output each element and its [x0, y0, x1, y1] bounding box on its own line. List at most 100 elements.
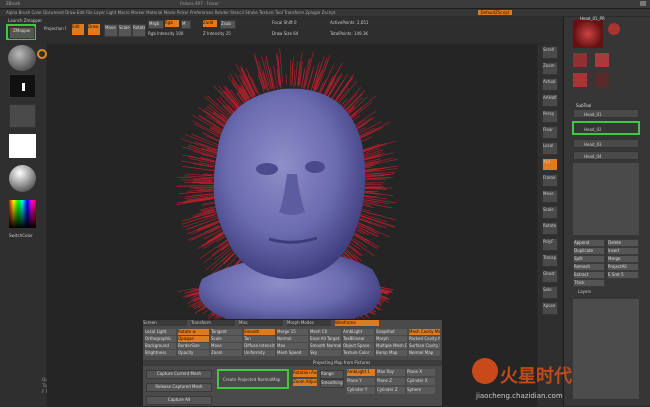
subtool-item-2-highlight[interactable]: Head_02	[572, 121, 640, 135]
zmapper-option-1-6[interactable]: TexBilinear	[343, 336, 374, 342]
zmapper-option-2-8[interactable]: Surface Cavity Map	[409, 343, 440, 349]
zmapper-proj-0[interactable]: AmbLight 1	[347, 369, 375, 376]
zmapper-option-2-2[interactable]: Move	[211, 343, 242, 349]
tool-slot-3[interactable]	[573, 73, 587, 87]
zmapper-option-3-8[interactable]: Normal Map	[409, 350, 440, 356]
zmapper-tab-0[interactable]: Screen	[143, 320, 187, 326]
menu-light[interactable]: Light	[106, 10, 117, 15]
smoothing-button[interactable]: Smoothing	[320, 379, 344, 388]
subtool-item-1[interactable]: Head_01	[573, 109, 639, 118]
menu-stencil[interactable]: Stencil	[230, 10, 245, 15]
z-intensity-slider[interactable]: Z Intensity 25	[203, 31, 249, 36]
menu-alpha[interactable]: Alpha	[6, 10, 19, 15]
zmapper-option-0-5[interactable]: Mesh Ctl	[310, 329, 341, 335]
color-picker[interactable]	[9, 200, 36, 228]
zmapper-proj-4[interactable]: Plane Z	[377, 378, 405, 385]
release-captured-mesh-button[interactable]: Release Captured Mesh	[146, 383, 212, 392]
zmapper-proj-6[interactable]: Cylinder Y	[347, 387, 375, 394]
zmapper-tab-4[interactable]: Wireframe	[335, 320, 379, 326]
zmapper-proj-7[interactable]: Cylinder Z	[377, 387, 405, 394]
zmapper-option-2-0[interactable]: Background	[145, 343, 176, 349]
zsub-button[interactable]: Zsub	[220, 20, 236, 29]
shelf-xyz-button[interactable]: Xyz	[542, 158, 558, 171]
zmapper-option-2-3[interactable]: Diffuse Intensity	[244, 343, 275, 349]
zmapper-option-2-5[interactable]: Smooth Normals	[310, 343, 341, 349]
menu-preferences[interactable]: Preferences	[190, 10, 215, 15]
shelf-frame-button[interactable]: Frame	[542, 174, 558, 187]
draw-size-slider[interactable]: Draw Size 64	[272, 31, 312, 36]
scale-button[interactable]: Scale	[118, 24, 132, 37]
menu-picker[interactable]: Picker	[177, 10, 190, 15]
tool-slot-2[interactable]	[595, 53, 609, 67]
subtool-delete-button[interactable]: Delete	[607, 239, 639, 247]
zmapper-proj-1[interactable]: Max Ray	[377, 369, 405, 376]
zmapper-option-1-1[interactable]: Opaque	[178, 336, 209, 342]
tool-thumbnail-small[interactable]	[608, 23, 620, 35]
zmapper-option-2-1[interactable]: BorderSize	[178, 343, 209, 349]
layers-label[interactable]: Layers	[578, 289, 591, 294]
zmapper-option-1-4[interactable]: Normal	[277, 336, 308, 342]
zmapper-option-1-7[interactable]: Morph	[376, 336, 407, 342]
stroke-preview[interactable]	[9, 74, 36, 98]
subtool-header[interactable]: SubTool	[576, 103, 591, 108]
subtool-thick-button[interactable]: Thick	[573, 279, 605, 287]
rgb-intensity-slider[interactable]: Rgb Intensity 100	[148, 31, 196, 36]
subtool-extract-button[interactable]: Extract	[573, 271, 605, 279]
menu-brush[interactable]: Brush	[19, 10, 32, 15]
shelf-polyf-button[interactable]: PolyF	[542, 238, 558, 251]
zmapper-proj-2[interactable]: Plane X	[407, 369, 435, 376]
menu-macro[interactable]: Macro	[118, 10, 131, 15]
projection-master-label[interactable]: Projection Master	[44, 26, 66, 31]
subtool-item-4[interactable]: Head_04	[573, 151, 639, 160]
texture-preview[interactable]	[9, 134, 36, 158]
menu-movie[interactable]: Movie	[164, 10, 177, 15]
brush-sphere-icon[interactable]	[8, 45, 36, 71]
subtool-append-button[interactable]: Append	[573, 239, 605, 247]
shelf-ghost-button[interactable]: Ghost	[542, 270, 558, 283]
zmapper-tab-2[interactable]: Misc	[239, 320, 283, 326]
focal-shift-slider[interactable]: Focal Shift 0	[272, 20, 312, 25]
create-projected-normalmap-highlight[interactable]: Create Projected NormalMap	[217, 369, 289, 389]
shelf-move-button[interactable]: Move	[542, 190, 558, 203]
zmapper-tab-1[interactable]: Transform	[191, 320, 235, 326]
zmapper-option-1-3[interactable]: Tan	[244, 336, 275, 342]
shelf-xpose-button[interactable]: Xpose	[542, 302, 558, 315]
menu-edit[interactable]: Edit	[77, 10, 86, 15]
zmapper-option-3-4[interactable]: Mesh Speed	[277, 350, 308, 356]
rgb-button[interactable]: Rgb	[165, 20, 179, 27]
draw-button[interactable]: Draw	[88, 24, 100, 35]
zmapper-option-2-6[interactable]: Object Space	[343, 343, 374, 349]
tool-slot-1[interactable]	[573, 53, 587, 67]
rotate-button[interactable]: Rotate	[132, 24, 146, 37]
zmapper-proj-5[interactable]: Cylinder X	[407, 378, 435, 385]
menu-draw[interactable]: Draw	[65, 10, 77, 15]
capture-current-mesh-button[interactable]: Capture Current Mesh	[146, 370, 212, 379]
menu-marker[interactable]: Marker	[131, 10, 146, 15]
menu-color[interactable]: Color	[31, 10, 43, 15]
menu-zscript[interactable]: Zscript	[322, 10, 336, 15]
menu-transform[interactable]: Transform	[284, 10, 305, 15]
shelf-actual-button[interactable]: Actual	[542, 78, 558, 91]
zmapper-option-3-3[interactable]: Uniformity	[244, 350, 275, 356]
zmapper-option-0-3[interactable]: Smooth	[244, 329, 275, 335]
zmapper-option-0-2[interactable]: Tangent	[211, 329, 242, 335]
menu-stroke[interactable]: Stroke	[245, 10, 259, 15]
menu-document[interactable]: Document	[43, 10, 65, 15]
zmapper-option-0-8[interactable]: Mesh Cavity Map	[409, 329, 440, 335]
menu-zplugin[interactable]: Zplugin	[305, 10, 321, 15]
shelf-scroll-button[interactable]: Scroll	[542, 46, 558, 59]
shelf-solo-button[interactable]: Solo	[542, 286, 558, 299]
material-sphere-icon[interactable]	[9, 165, 36, 192]
m-button[interactable]: M	[181, 20, 191, 29]
zmapper-option-1-0[interactable]: Orthographic	[145, 336, 176, 342]
zmapper-option-0-7[interactable]: Snapshot	[376, 329, 407, 335]
zmapper-option-3-6[interactable]: Texture Color	[343, 350, 374, 356]
menu-layer[interactable]: Layer	[94, 10, 106, 15]
subtool-projectall-button[interactable]: ProjectAll	[607, 263, 639, 271]
mrgb-button[interactable]: Mrgb	[148, 20, 164, 29]
zmapper-option-0-6[interactable]: AmbLight	[343, 329, 374, 335]
zmapper-option-1-8[interactable]: Packed Cavity Map	[409, 336, 440, 342]
subtool-item-3[interactable]: Head_03	[573, 139, 639, 148]
close-icon[interactable]	[640, 1, 646, 6]
rotation-angle-button[interactable]: Rotation Angle	[293, 370, 317, 377]
